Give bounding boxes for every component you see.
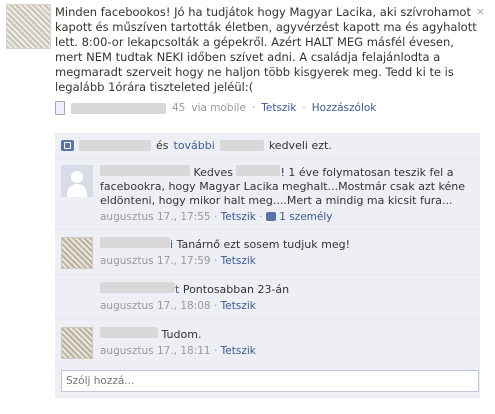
comment-item: Kedves ! 1 éve folymatosan teszik fel a …: [55, 159, 480, 230]
comment-item: t Pontosabban 23-án augusztus 17., 18:08…: [55, 275, 480, 320]
blurred-name: [236, 165, 281, 176]
comment-meta: augusztus 17., 18:08 · Tetszik: [100, 300, 256, 312]
likes-summary: és további kedveli ezt.: [55, 133, 480, 159]
likes-and: és: [156, 139, 169, 152]
blurred-count: [219, 140, 264, 151]
post-like-link[interactable]: Tetszik: [261, 102, 296, 114]
comment-input[interactable]: [61, 370, 479, 392]
comment-author-end[interactable]: t: [175, 283, 179, 296]
likes-others-link[interactable]: további: [174, 139, 215, 152]
likes-suffix: kedveli ezt.: [268, 139, 332, 152]
post-comment-link[interactable]: Hozzászólok: [312, 102, 377, 114]
comment-item: i Tanárnő ezt sosem tudjuk meg! augusztu…: [55, 230, 480, 275]
post-text: Minden facebookos! Jó ha tudjátok hogy M…: [55, 5, 477, 94]
comment-meta: augusztus 17., 17:59 · Tetszik: [100, 255, 256, 267]
blurred-author[interactable]: [100, 327, 158, 338]
comment-date: augusztus 17., 17:59: [100, 255, 211, 267]
comment-likes-count[interactable]: 1 személy: [279, 211, 332, 223]
comment-like-link[interactable]: Tetszik: [221, 211, 256, 223]
post-body: Minden facebookos! Jó ha tudjátok hogy M…: [55, 5, 480, 115]
comment-date: augusztus 17., 18:11: [100, 345, 211, 357]
separator: ·: [251, 102, 256, 114]
comment-date: augusztus 17., 18:08: [100, 300, 211, 312]
comment-like-link[interactable]: Tetszik: [221, 300, 256, 312]
feedback-section: és további kedveli ezt. Kedves ! 1 éve f…: [55, 133, 480, 398]
thumbs-up-icon: [265, 212, 276, 221]
comment-text: Tudom.: [161, 328, 202, 341]
comment-text-prefix: Kedves: [193, 166, 233, 179]
post-time-fragment: 45: [172, 102, 186, 114]
mobile-icon: [55, 101, 65, 115]
comment-text: Tanárnő ezt sosem tudjuk meg!: [176, 238, 351, 251]
blurred-author[interactable]: [100, 165, 190, 176]
comment-text: Pontosabban 23-án: [182, 283, 290, 296]
comment-box-row: [55, 365, 480, 398]
blurred-name: [79, 140, 151, 151]
comment-like-link[interactable]: Tetszik: [221, 255, 256, 267]
default-avatar[interactable]: [61, 165, 93, 197]
separator: ·: [302, 102, 306, 114]
comment-meta: augusztus 17., 17:55 · Tetszik · 1 szemé…: [100, 211, 333, 223]
comment-author-end[interactable]: i: [170, 238, 173, 251]
thumbs-up-icon: [61, 140, 74, 151]
post-meta: 45 via mobile · Tetszik · Hozzászólok: [55, 101, 480, 115]
avatar-placeholder[interactable]: [61, 282, 93, 314]
user-avatar[interactable]: [61, 237, 93, 269]
blurred-timestamp: [71, 102, 166, 114]
via-mobile: via mobile: [191, 102, 246, 114]
comment-item: Tudom. augusztus 17., 18:11 · Tetszik: [55, 320, 480, 365]
comment-like-link[interactable]: Tetszik: [221, 345, 256, 357]
blurred-author[interactable]: [100, 282, 175, 293]
comment-date: augusztus 17., 17:55: [100, 211, 211, 223]
user-avatar[interactable]: [61, 327, 93, 359]
comment-meta: augusztus 17., 18:11 · Tetszik: [100, 345, 256, 357]
poster-avatar[interactable]: [6, 4, 51, 49]
blurred-author[interactable]: [100, 237, 170, 248]
